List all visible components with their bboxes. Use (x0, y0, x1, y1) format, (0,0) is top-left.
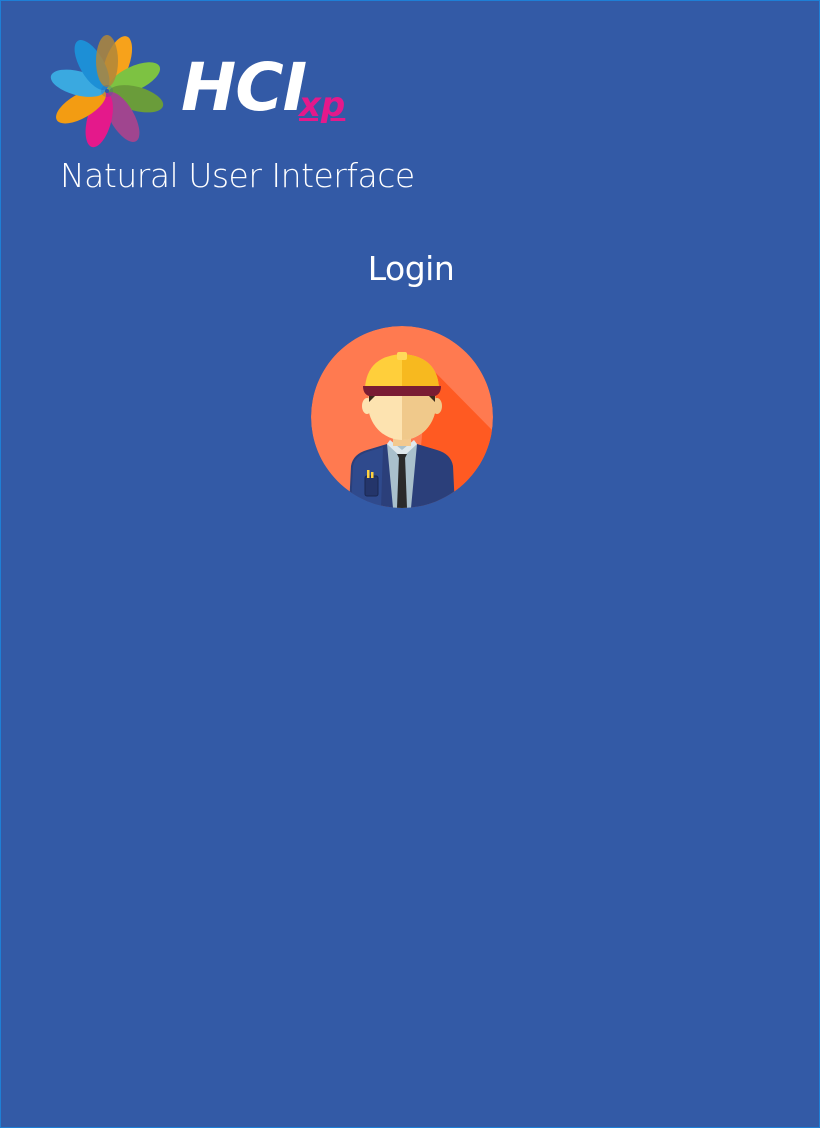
app-tagline: Natural User Interface (60, 156, 415, 195)
app-logo: HCI xp (49, 33, 349, 153)
flower-logo-icon (50, 35, 164, 148)
login-title: Login (367, 249, 455, 288)
logo-wordmark: HCI (181, 49, 307, 126)
user-avatar-button[interactable] (311, 326, 493, 508)
app-window: HCI xp Natural User Interface Login (0, 0, 820, 1128)
logo-suffix: xp (299, 85, 346, 125)
worker-avatar-icon (311, 326, 493, 508)
